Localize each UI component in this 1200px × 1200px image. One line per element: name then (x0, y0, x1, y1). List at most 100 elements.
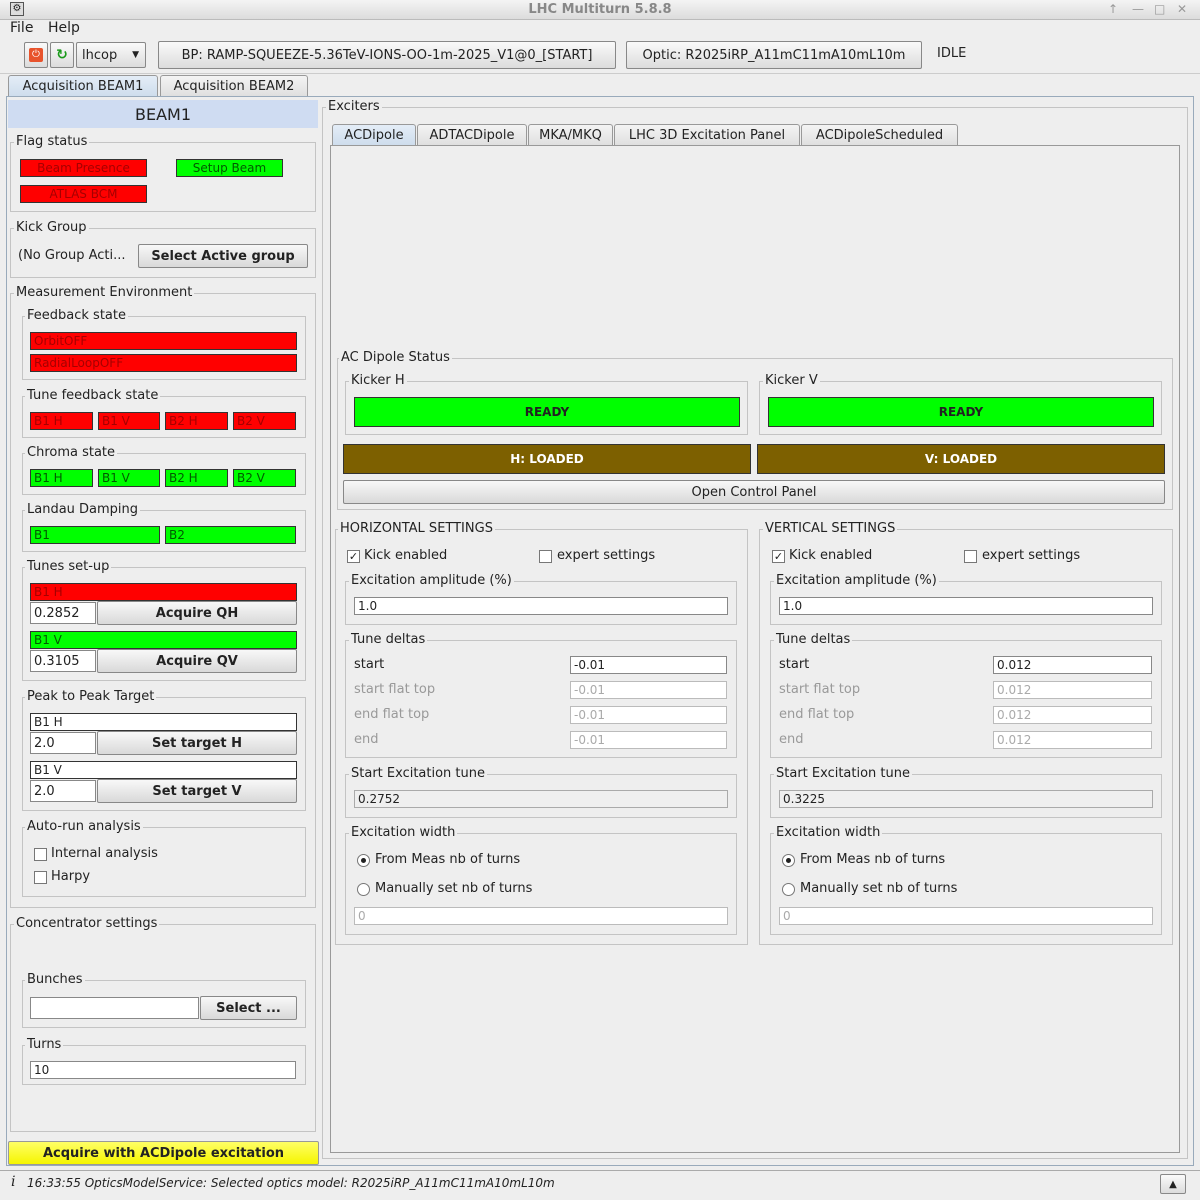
h-from-meas-radio[interactable] (357, 854, 370, 867)
harpy-checkbox[interactable] (34, 871, 47, 884)
bunches-input[interactable] (30, 997, 199, 1019)
v-manual-label: Manually set nb of turns (800, 881, 958, 896)
h-expert-settings-label: expert settings (557, 548, 656, 563)
h-manual-radio[interactable] (357, 883, 370, 896)
stop-button[interactable]: ⏻ (24, 42, 48, 68)
setup-beam-flag: Setup Beam (176, 159, 283, 177)
tab-acdipole-scheduled[interactable]: ACDipoleScheduled (801, 124, 958, 146)
maximize-icon[interactable]: □ (1154, 2, 1165, 16)
horizontal-settings-label: HORIZONTAL SETTINGS (338, 521, 495, 536)
tab-acquisition-beam2[interactable]: Acquisition BEAM2 (160, 75, 308, 97)
v-kick-enabled-checkbox[interactable]: ✓ (772, 550, 785, 563)
toolbar: ⏻ ↻ lhcop ▼ BP: RAMP-SQUEEZE-5.36TeV-ION… (0, 38, 1200, 74)
chroma-b2h: B2 H (165, 469, 228, 487)
h-kick-enabled-label: Kick enabled (364, 548, 448, 563)
tunes-b1h-flag: B1 H (30, 583, 297, 601)
h-amplitude-label: Excitation amplitude (%) (349, 573, 514, 588)
v-manual-radio[interactable] (782, 883, 795, 896)
beam-presence-flag: Beam Presence (20, 159, 147, 177)
tune-feedback-b2v: B2 V (233, 412, 296, 430)
tab-acdipole[interactable]: ACDipole (332, 124, 416, 146)
tune-feedback-b1v: B1 V (98, 412, 160, 430)
tune-h-input[interactable]: 0.2852 (30, 602, 96, 624)
v-expert-settings-label: expert settings (982, 548, 1081, 563)
chevron-up-icon: ▲ (1169, 1178, 1177, 1190)
h-end-input: -0.01 (570, 731, 727, 749)
v-end-label: end (779, 732, 804, 747)
chroma-b1v: B1 V (98, 469, 160, 487)
menu-help[interactable]: Help (48, 20, 80, 36)
set-target-h-button[interactable]: Set target H (97, 731, 297, 755)
open-control-panel-button[interactable]: Open Control Panel (343, 480, 1165, 504)
close-icon[interactable]: ✕ (1177, 2, 1187, 16)
peak-to-peak-label: Peak to Peak Target (25, 689, 157, 704)
h-manual-turns-input: 0 (354, 907, 728, 925)
expand-log-button[interactable]: ▲ (1160, 1174, 1186, 1194)
minimize-icon[interactable]: — (1132, 2, 1144, 16)
h-manual-label: Manually set nb of turns (375, 881, 533, 896)
tab-lhc-3d-excitation[interactable]: LHC 3D Excitation Panel (614, 124, 800, 146)
tune-feedback-b2h: B2 H (165, 412, 228, 430)
tab-acquisition-beam1[interactable]: Acquisition BEAM1 (8, 75, 158, 97)
v-expert-settings-checkbox[interactable] (964, 550, 977, 563)
tune-v-input[interactable]: 0.3105 (30, 650, 96, 672)
set-target-v-button[interactable]: Set target V (97, 779, 297, 803)
acquire-qh-button[interactable]: Acquire QH (97, 601, 297, 625)
h-start-flat-top-input: -0.01 (570, 681, 727, 699)
landau-damping-label: Landau Damping (25, 502, 141, 517)
beam-title: BEAM1 (8, 100, 318, 128)
chroma-b2v: B2 V (233, 469, 296, 487)
status-message: 16:33:55 OpticsModelService: Selected op… (27, 1176, 555, 1190)
v-kick-enabled-label: Kick enabled (789, 548, 873, 563)
h-expert-settings-checkbox[interactable] (539, 550, 552, 563)
radial-loop-flag: RadialLoopOFF (30, 354, 297, 372)
optic-button[interactable]: Optic: R2025iRP_A11mC11mA10mL10m (626, 41, 922, 69)
v-from-meas-radio[interactable] (782, 854, 795, 867)
tab-mka-mkq[interactable]: MKA/MKQ (528, 124, 613, 146)
h-end-label: end (354, 732, 379, 747)
menu-file[interactable]: File (10, 20, 33, 36)
v-tune-deltas-label: Tune deltas (774, 632, 853, 647)
chroma-b1h: B1 H (30, 469, 93, 487)
v-start-excitation-label: Start Excitation tune (774, 766, 912, 781)
user-select[interactable]: lhcop ▼ (76, 42, 146, 68)
select-bunches-button[interactable]: Select ... (200, 996, 297, 1020)
h-start-label: start (354, 657, 385, 672)
v-start-input[interactable]: 0.012 (993, 656, 1152, 674)
h-kick-enabled-checkbox[interactable]: ✓ (347, 550, 360, 563)
acquire-acdipole-button[interactable]: Acquire with ACDipole excitation (8, 1141, 319, 1165)
auto-run-group (22, 827, 306, 897)
h-end-flat-top-input: -0.01 (570, 706, 727, 724)
internal-analysis-checkbox[interactable] (34, 848, 47, 861)
auto-run-label: Auto-run analysis (25, 819, 143, 834)
v-start-flat-top-label: start flat top (779, 682, 861, 697)
menu-bar: File Help (0, 20, 1200, 38)
v-amplitude-input[interactable]: 1.0 (779, 597, 1153, 615)
v-start-excitation-value: 0.3225 (779, 790, 1153, 808)
h-amplitude-input[interactable]: 1.0 (354, 597, 728, 615)
kicker-v-label: Kicker V (763, 373, 820, 388)
h-start-input[interactable]: -0.01 (570, 656, 727, 674)
status-bar: i 16:33:55 OpticsModelService: Selected … (0, 1170, 1200, 1196)
kicker-h-label: Kicker H (349, 373, 407, 388)
concentrator-group (10, 924, 316, 1132)
chevron-down-icon: ▼ (132, 50, 139, 60)
h-from-meas-label: From Meas nb of turns (375, 852, 521, 867)
p2p-h-input[interactable]: 2.0 (30, 732, 96, 754)
measurement-environment-label: Measurement Environment (14, 285, 195, 300)
v-start-flat-top-input: 0.012 (993, 681, 1152, 699)
acquire-qv-button[interactable]: Acquire QV (97, 649, 297, 673)
atlas-bcm-flag: ATLAS BCM (20, 185, 147, 203)
turns-input[interactable]: 10 (30, 1061, 296, 1079)
shade-icon[interactable]: ↑ (1108, 2, 1118, 16)
refresh-button[interactable]: ↻ (50, 42, 74, 68)
select-active-group-button[interactable]: Select Active group (138, 244, 308, 268)
flag-status-label: Flag status (14, 134, 90, 149)
v-from-meas-label: From Meas nb of turns (800, 852, 946, 867)
landau-b2: B2 (165, 526, 296, 544)
tune-feedback-label: Tune feedback state (25, 388, 161, 403)
p2p-v-input[interactable]: 2.0 (30, 780, 96, 802)
tab-adtacdipole[interactable]: ADTACDipole (417, 124, 527, 146)
orbit-feedback-flag: OrbitOFF (30, 332, 297, 350)
beam-process-button[interactable]: BP: RAMP-SQUEEZE-5.36TeV-IONS-OO-1m-2025… (158, 41, 616, 69)
